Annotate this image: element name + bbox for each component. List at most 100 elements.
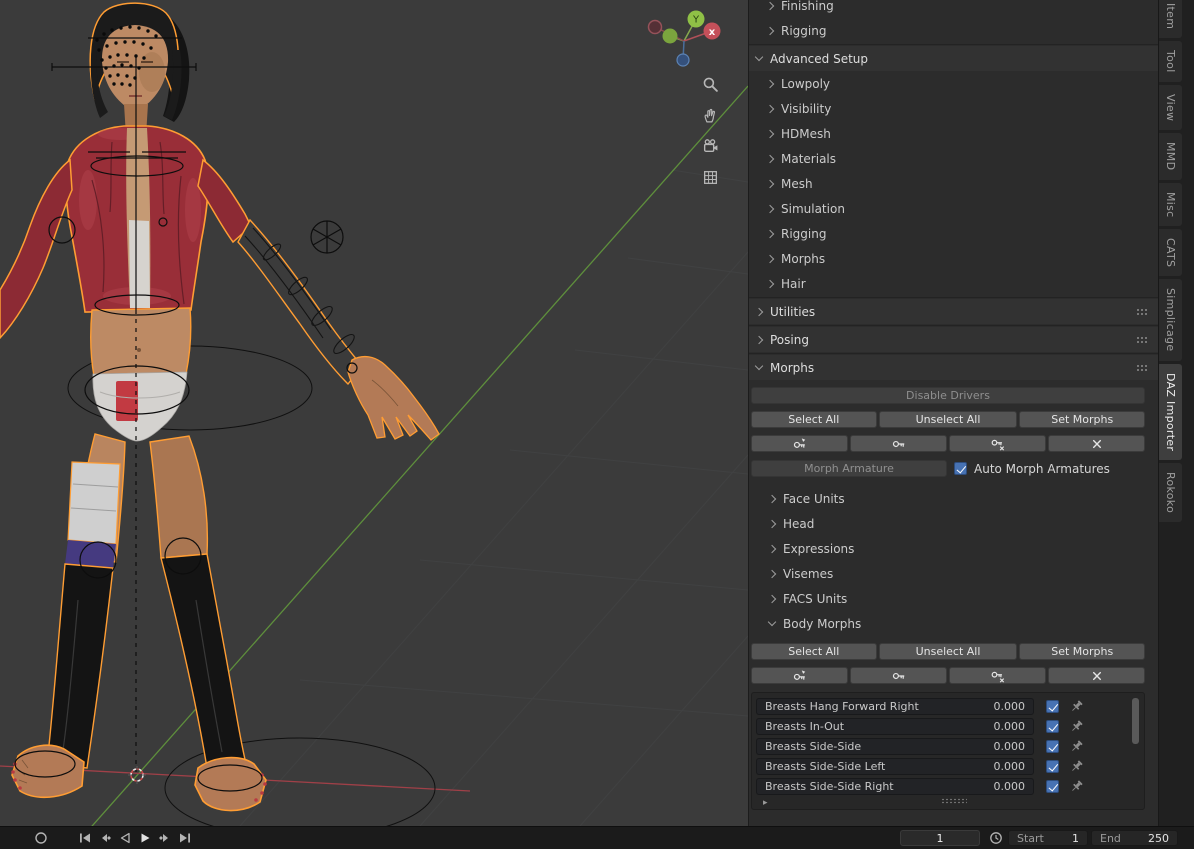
panel-row-hair[interactable]: Hair: [749, 271, 1158, 296]
panel-drag-grip[interactable]: [1136, 364, 1148, 371]
body-unkey-morphs-button[interactable]: [949, 667, 1046, 684]
panel-drag-grip[interactable]: [1136, 308, 1148, 315]
select-all-button[interactable]: Select All: [751, 411, 877, 428]
body-unselect-all-button[interactable]: Unselect All: [878, 643, 1018, 660]
panel-row-head[interactable]: Head: [751, 511, 1145, 536]
ortho-grid-icon[interactable]: [698, 165, 722, 189]
tab-rokoko[interactable]: Rokoko: [1159, 462, 1182, 523]
panel-row-morphs-sub[interactable]: Morphs: [749, 246, 1158, 271]
body-set-morphs-button[interactable]: Set Morphs: [1019, 643, 1145, 660]
set-morphs-button[interactable]: Set Morphs: [1019, 411, 1145, 428]
jump-to-start-button[interactable]: [78, 831, 92, 845]
panel-row-facs-units[interactable]: FACS Units: [751, 586, 1145, 611]
panel-row-advanced-setup[interactable]: Advanced Setup: [749, 46, 1158, 71]
morph-enabled-checkbox[interactable]: [1046, 760, 1059, 773]
pin-icon[interactable]: [1069, 719, 1085, 735]
tab-daz-importer[interactable]: DAZ Importer: [1159, 363, 1182, 460]
panel-label: Posing: [770, 332, 809, 347]
panel-row-posing[interactable]: Posing: [749, 327, 1158, 352]
panel-row-face-units[interactable]: Face Units: [751, 486, 1145, 511]
panel-row-visibility[interactable]: Visibility: [749, 96, 1158, 121]
tab-item[interactable]: Item: [1159, 0, 1182, 39]
panel-label: Face Units: [783, 491, 845, 506]
camera-view-icon[interactable]: [698, 134, 722, 158]
panel-row-morphs[interactable]: Morphs: [749, 355, 1158, 380]
panel-label: Lowpoly: [781, 76, 831, 91]
tab-view[interactable]: View: [1159, 84, 1182, 131]
auto-keying-record-icon[interactable]: [34, 831, 48, 845]
tab-misc[interactable]: Misc: [1159, 182, 1182, 227]
list-scrollbar[interactable]: [1132, 698, 1139, 790]
tab-mmd[interactable]: MMD: [1159, 133, 1182, 180]
panel-row-expressions[interactable]: Expressions: [751, 536, 1145, 561]
morph-slider[interactable]: Breasts Side-Side Right 0.000: [756, 778, 1034, 795]
gizmo-axis-ball[interactable]: [676, 53, 690, 67]
current-frame-field[interactable]: 1: [900, 830, 980, 846]
clear-morphs-button[interactable]: [1048, 435, 1145, 452]
gizmo-axis-ball[interactable]: [662, 28, 678, 44]
3d-viewport[interactable]: Y x: [0, 0, 748, 826]
viewport-scene: [0, 0, 748, 826]
gizmo-axis-ball[interactable]: [647, 19, 663, 35]
morph-value: 0.000: [993, 780, 1026, 793]
morphs-panel-content: Disable Drivers Select All Unselect All …: [749, 387, 1158, 810]
list-resize-grip[interactable]: [940, 798, 967, 804]
pan-hand-icon[interactable]: [698, 103, 722, 127]
tab-cats[interactable]: CATS: [1159, 229, 1182, 277]
tab-simplicage[interactable]: Simplicage: [1159, 279, 1182, 361]
panel-row-rigging[interactable]: Rigging: [749, 18, 1158, 43]
panel-row-utilities[interactable]: Utilities: [749, 299, 1158, 324]
navigation-gizmo[interactable]: Y x: [638, 2, 738, 74]
tab-tool[interactable]: Tool: [1159, 41, 1182, 82]
clock-icon[interactable]: [989, 831, 1003, 845]
key-morphs-button[interactable]: [850, 435, 947, 452]
body-keying-set-button[interactable]: [751, 667, 848, 684]
body-key-morphs-button[interactable]: [850, 667, 947, 684]
panel-row-visemes[interactable]: Visemes: [751, 561, 1145, 586]
next-keyframe-icon: [158, 831, 172, 845]
panel-row-lowpoly[interactable]: Lowpoly: [749, 71, 1158, 96]
play-reverse-button[interactable]: [118, 831, 132, 845]
panel-row-hdmesh[interactable]: HDMesh: [749, 121, 1158, 146]
panel-row-simulation[interactable]: Simulation: [749, 196, 1158, 221]
pin-icon[interactable]: [1069, 739, 1085, 755]
morph-armature-button[interactable]: Morph Armature: [751, 460, 947, 477]
morph-enabled-checkbox[interactable]: [1046, 720, 1059, 733]
panel-row-mesh[interactable]: Mesh: [749, 171, 1158, 196]
disable-drivers-button[interactable]: Disable Drivers: [751, 387, 1145, 404]
scrollbar-thumb[interactable]: [1132, 698, 1139, 744]
unselect-all-button[interactable]: Unselect All: [878, 411, 1018, 428]
morph-slider[interactable]: Breasts Hang Forward Right 0.000: [756, 698, 1034, 715]
previous-keyframe-button[interactable]: [98, 831, 112, 845]
panel-label: Finishing: [781, 0, 834, 13]
pin-icon[interactable]: [1069, 699, 1085, 715]
pin-icon[interactable]: [1069, 779, 1085, 795]
auto-morph-armatures-checkbox[interactable]: [954, 462, 967, 475]
morph-enabled-checkbox[interactable]: [1046, 740, 1059, 753]
chevron-down-icon: [767, 617, 777, 626]
body-select-all-button[interactable]: Select All: [751, 643, 877, 660]
morph-slider[interactable]: Breasts Side-Side 0.000: [756, 738, 1034, 755]
panel-row-materials[interactable]: Materials: [749, 146, 1158, 171]
next-keyframe-button[interactable]: [158, 831, 172, 845]
list-filter-expand-icon[interactable]: [756, 794, 768, 808]
morph-row: Breasts In-Out 0.000: [756, 718, 1140, 735]
morph-enabled-checkbox[interactable]: [1046, 700, 1059, 713]
panel-label: Visemes: [783, 566, 834, 581]
body-clear-morphs-button[interactable]: [1048, 667, 1145, 684]
frame-end-field[interactable]: End 250: [1091, 830, 1178, 846]
morph-slider[interactable]: Breasts Side-Side Left 0.000: [756, 758, 1034, 775]
panel-drag-grip[interactable]: [1136, 336, 1148, 343]
morph-enabled-checkbox[interactable]: [1046, 780, 1059, 793]
zoom-icon[interactable]: [698, 72, 722, 96]
keying-set-button[interactable]: [751, 435, 848, 452]
frame-start-field[interactable]: Start 1: [1008, 830, 1088, 846]
morph-slider[interactable]: Breasts In-Out 0.000: [756, 718, 1034, 735]
panel-row-body-morphs[interactable]: Body Morphs: [751, 611, 1145, 636]
pin-icon[interactable]: [1069, 759, 1085, 775]
play-button[interactable]: [138, 831, 152, 845]
jump-to-end-button[interactable]: [178, 831, 192, 845]
unkey-morphs-button[interactable]: [949, 435, 1046, 452]
panel-row-finishing[interactable]: Finishing: [749, 0, 1158, 18]
panel-row-rigging-2[interactable]: Rigging: [749, 221, 1158, 246]
